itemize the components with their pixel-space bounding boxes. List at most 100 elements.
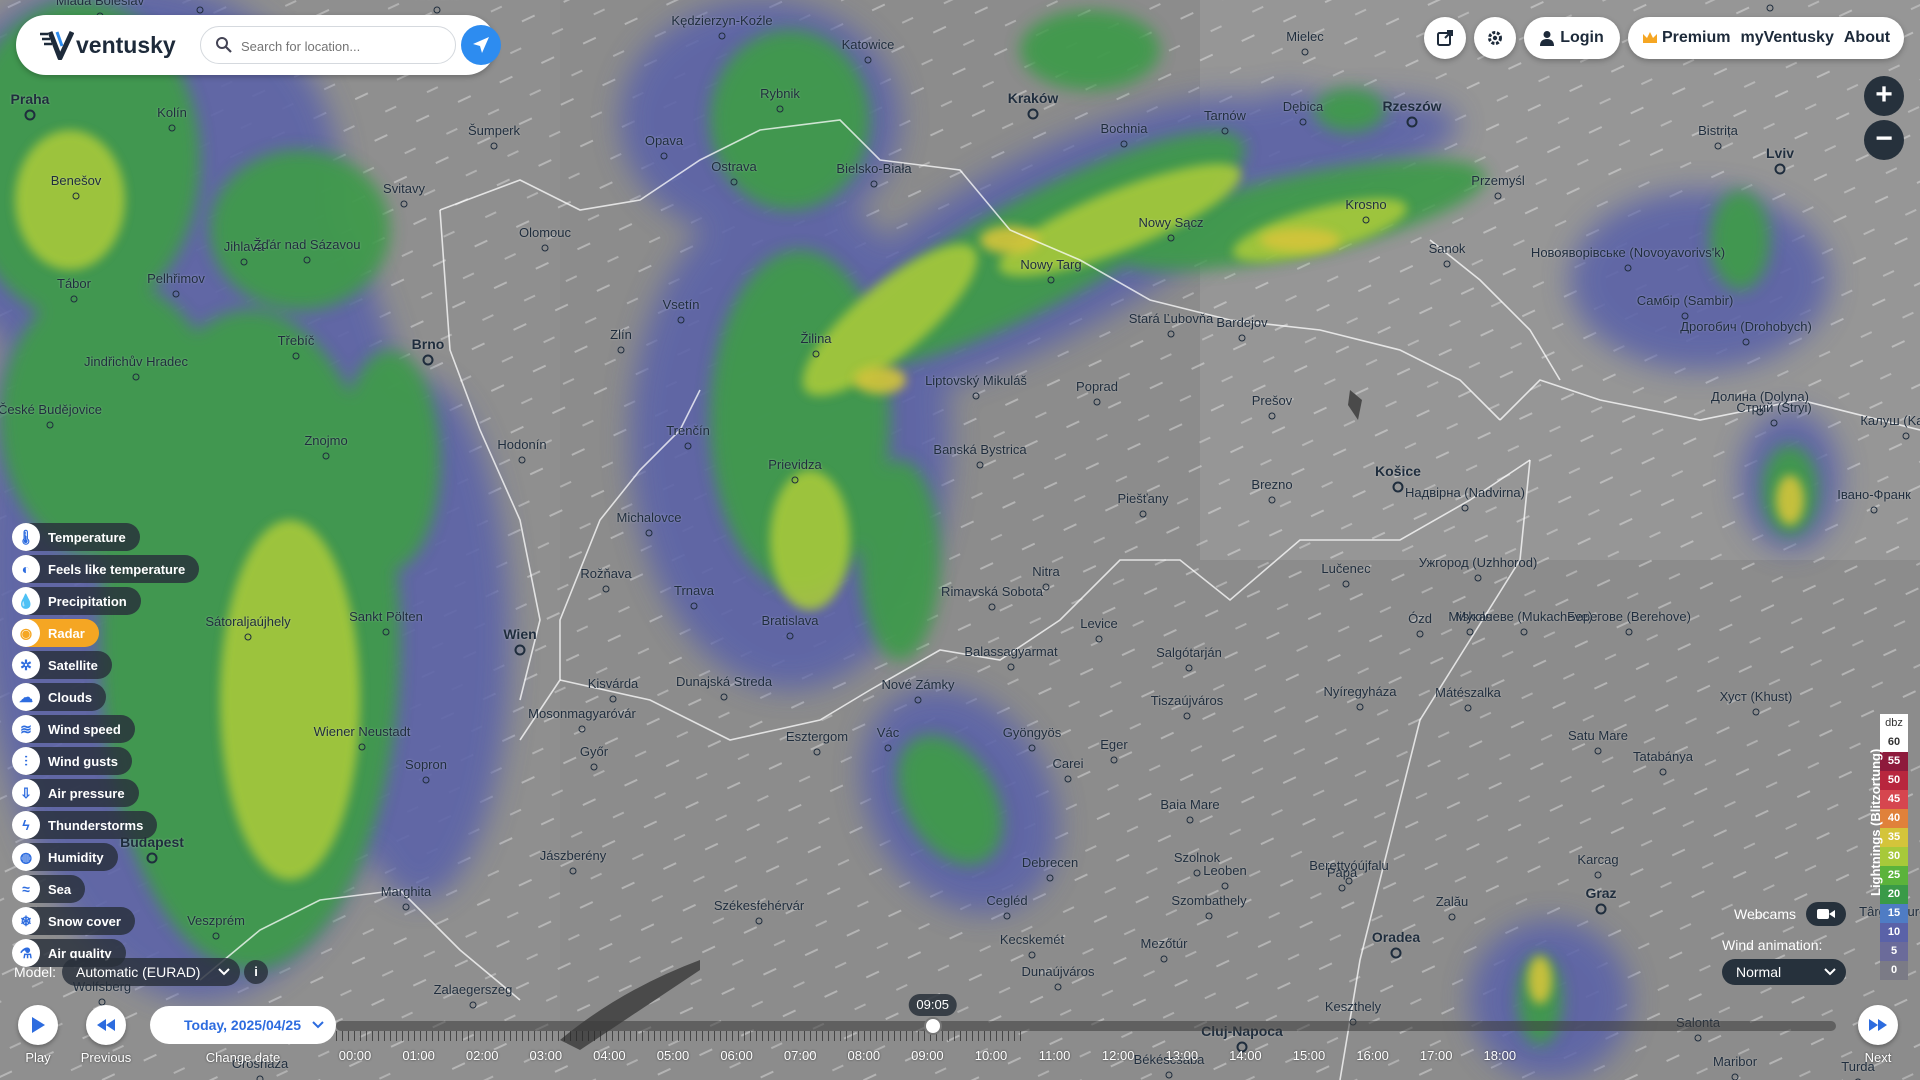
layer-item-thunderstorms[interactable]: ϟ Thunderstorms <box>12 811 158 839</box>
legend-unit: dbz <box>1880 714 1908 733</box>
myventusky-link[interactable]: myVentusky <box>1740 29 1833 47</box>
premium-link[interactable]: Premium <box>1662 29 1730 47</box>
layer-label: Satellite <box>48 657 98 673</box>
gust-icon: ⫶ <box>12 747 40 775</box>
chevron-down-icon <box>1824 968 1836 976</box>
legend-title[interactable]: Lightnings (Blitzortung) <box>1868 749 1883 896</box>
ventusky-logo[interactable]: ventusky <box>38 29 176 61</box>
timeline-hour[interactable]: 05:00 <box>657 1048 690 1063</box>
legend-step: 20 <box>1880 885 1908 904</box>
wind-icon: ≋ <box>12 715 40 743</box>
model-select[interactable]: Automatic (EURAD) <box>62 958 240 986</box>
date-select[interactable]: Today, 2025/04/25 <box>150 1006 336 1044</box>
app-name: ventusky <box>76 31 176 58</box>
layer-label: Precipitation <box>48 593 127 609</box>
timeline-hour[interactable]: 07:00 <box>784 1048 817 1063</box>
legend-step: 10 <box>1880 923 1908 942</box>
thermometer-icon: 🌡 <box>12 523 40 551</box>
navigation-arrow-icon <box>473 37 489 53</box>
feels-like-icon: ◐ <box>12 555 40 583</box>
timeline-hour[interactable]: 15:00 <box>1293 1048 1326 1063</box>
play-button[interactable] <box>18 1005 58 1045</box>
next-button[interactable] <box>1858 1005 1898 1045</box>
timeline-hour[interactable]: 00:00 <box>339 1048 372 1063</box>
layer-item-air-pressure[interactable]: ⇩ Air pressure <box>12 779 139 807</box>
crown-icon <box>1643 32 1657 43</box>
legend-step: 50 <box>1880 771 1908 790</box>
timeline-hour[interactable]: 10:00 <box>975 1048 1008 1063</box>
layer-item-clouds[interactable]: ☁ Clouds <box>12 683 107 711</box>
timeline-handle[interactable] <box>923 1017 942 1035</box>
legend-step: 55 <box>1880 752 1908 771</box>
timeline-hour[interactable]: 13:00 <box>1166 1048 1199 1063</box>
header-menu: Premium myVentusky About <box>1628 17 1904 59</box>
play-icon <box>32 1017 45 1033</box>
timeline-hour[interactable]: 08:00 <box>848 1048 881 1063</box>
rewind-icon <box>97 1019 115 1031</box>
layer-item-wind-speed[interactable]: ≋ Wind speed <box>12 715 135 743</box>
timeline-hour[interactable]: 04:00 <box>593 1048 626 1063</box>
layer-label: Clouds <box>48 689 93 705</box>
legend-step: 60 <box>1880 733 1908 752</box>
layer-label: Humidity <box>48 849 104 865</box>
layer-label: Temperature <box>48 529 126 545</box>
layer-item-feels-like-temperature[interactable]: ◐ Feels like temperature <box>12 555 200 583</box>
zoom-out-button[interactable]: − <box>1864 120 1904 160</box>
legend-step: 45 <box>1880 790 1908 809</box>
fast-forward-icon <box>1869 1019 1887 1031</box>
locate-button[interactable] <box>461 25 501 65</box>
humidity-icon: ◍ <box>12 843 40 871</box>
legend-step: 0 <box>1880 961 1908 980</box>
layer-item-snow-cover[interactable]: ❄ Snow cover <box>12 907 135 935</box>
chevron-down-icon <box>218 968 230 976</box>
chevron-down-icon <box>312 1021 324 1029</box>
model-value: Automatic (EURAD) <box>76 964 201 980</box>
search-input[interactable] <box>241 35 441 57</box>
timeline-hour[interactable]: 09:00 <box>911 1048 944 1063</box>
layer-label: Feels like temperature <box>48 561 186 577</box>
layer-item-humidity[interactable]: ◍ Humidity <box>12 843 118 871</box>
current-time-bubble: 09:05 <box>908 994 957 1016</box>
layer-item-temperature[interactable]: 🌡 Temperature <box>12 523 140 551</box>
ventusky-logo-icon <box>40 30 74 60</box>
timeline-hour[interactable]: 14:00 <box>1229 1048 1262 1063</box>
layer-item-sea[interactable]: ≈ Sea <box>12 875 86 903</box>
webcams-toggle[interactable] <box>1806 902 1846 926</box>
timeline-hour[interactable]: 17:00 <box>1420 1048 1453 1063</box>
change-date-label: Change date <box>205 1050 281 1065</box>
model-info-button[interactable]: i <box>244 960 268 984</box>
layer-item-radar[interactable]: ◉ Radar <box>12 619 99 647</box>
share-button[interactable] <box>1424 17 1466 59</box>
about-link[interactable]: About <box>1844 29 1890 47</box>
timeline-hour[interactable]: 11:00 <box>1039 1048 1071 1063</box>
timeline-hour[interactable]: 18:00 <box>1484 1048 1517 1063</box>
wind-animation-value: Normal <box>1736 964 1782 980</box>
timeline-hour[interactable]: 16:00 <box>1356 1048 1389 1063</box>
radar-map[interactable] <box>0 0 1920 1080</box>
date-value: Today, 2025/04/25 <box>184 1017 301 1033</box>
timeline-radar-frames <box>336 1031 1026 1041</box>
timeline-hour[interactable]: 03:00 <box>530 1048 563 1063</box>
external-link-icon <box>1437 30 1453 46</box>
layer-label: Radar <box>48 625 85 641</box>
layer-item-precipitation[interactable]: 💧 Precipitation <box>12 587 141 615</box>
radar-legend: dbz 60 55 50 45 40 35 30 25 20 15 10 5 0 <box>1880 714 1908 980</box>
zoom-in-button[interactable]: + <box>1864 76 1904 116</box>
pressure-icon: ⇩ <box>12 779 40 807</box>
previous-button[interactable] <box>86 1005 126 1045</box>
timeline-hour[interactable]: 12:00 <box>1102 1048 1135 1063</box>
timeline-hour[interactable]: 06:00 <box>720 1048 753 1063</box>
layer-label: Thunderstorms <box>48 817 144 833</box>
wind-animation-select[interactable]: Normal <box>1722 959 1846 985</box>
timeline-hour[interactable]: 01:00 <box>402 1048 435 1063</box>
legend-step: 35 <box>1880 828 1908 847</box>
layer-item-wind-gusts[interactable]: ⫶ Wind gusts <box>12 747 132 775</box>
timeline-track[interactable] <box>336 1021 1836 1031</box>
layer-label: Air pressure <box>48 785 125 801</box>
timeline-hour[interactable]: 02:00 <box>466 1048 499 1063</box>
settings-button[interactable] <box>1474 17 1516 59</box>
login-button[interactable]: Login <box>1524 17 1620 59</box>
layer-item-satellite[interactable]: ✲ Satellite <box>12 651 112 679</box>
layer-label: Wind gusts <box>48 753 118 769</box>
search-box[interactable] <box>200 26 456 64</box>
